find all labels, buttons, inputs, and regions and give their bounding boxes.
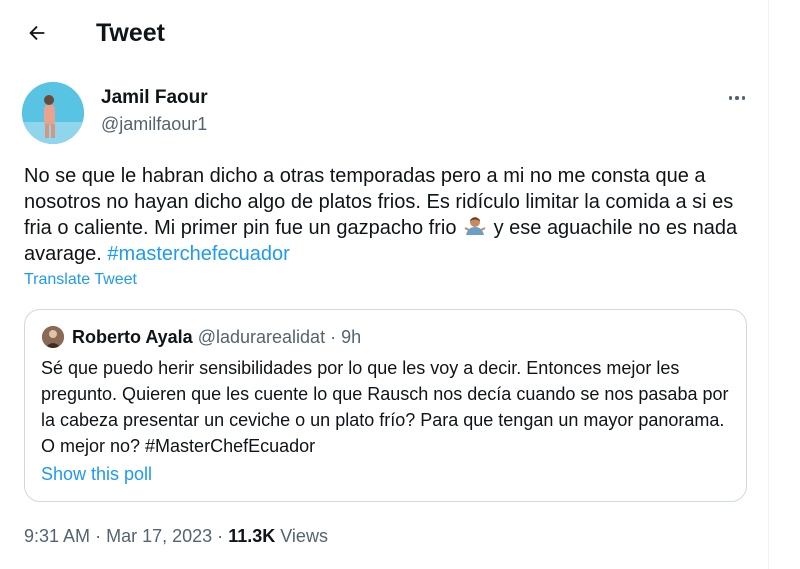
quoted-avatar-image [42, 326, 64, 348]
page-header: Tweet [0, 0, 768, 66]
tweet-time[interactable]: 9:31 AM [24, 526, 90, 546]
quoted-author-avatar[interactable] [42, 326, 64, 348]
person-shrugging-emoji [464, 217, 486, 235]
arrow-left-icon [29, 25, 45, 41]
tweet-meta: 9:31 AM · Mar 17, 2023 · 11.3K Views [24, 524, 328, 548]
tweet-page: Tweet Jamil Faour @jamilfaour1 No se que… [0, 0, 800, 569]
quoted-tweet-header: Roberto Ayala @ladurarealidat · 9h [72, 325, 361, 349]
meta-separator: · [95, 526, 102, 546]
author-handle[interactable]: @jamilfaour1 [101, 112, 207, 136]
back-button[interactable] [22, 18, 52, 48]
tweet-text: No se que le habran dicho a otras tempor… [24, 163, 759, 267]
more-dots-icon-part [741, 96, 746, 100]
column-divider [768, 0, 769, 569]
more-dots-icon [728, 96, 733, 100]
quoted-author-handle[interactable]: @ladurarealidat [198, 327, 325, 347]
quoted-tweet-text: Sé que puedo herir sensibilidades por lo… [41, 358, 729, 456]
tweet-date[interactable]: Mar 17, 2023 [106, 526, 212, 546]
show-poll-link[interactable]: Show this poll [41, 462, 152, 486]
hashtag-link[interactable]: #masterchefecuador [107, 243, 289, 265]
views-label: Views [280, 526, 328, 546]
page-title: Tweet [96, 19, 165, 47]
more-options-button[interactable] [722, 88, 752, 108]
translate-tweet-link[interactable]: Translate Tweet [24, 270, 137, 290]
quoted-tweet-card[interactable]: Roberto Ayala @ladurarealidat · 9h Sé qu… [24, 309, 747, 502]
more-dots-icon-part [735, 96, 739, 100]
author-name[interactable]: Jamil Faour [101, 86, 208, 110]
views-count: 11.3K [228, 526, 276, 546]
quoted-author-name[interactable]: Roberto Ayala [72, 327, 193, 347]
meta-separator: · [217, 526, 224, 546]
quoted-timestamp[interactable]: 9h [341, 327, 361, 347]
quoted-separator: · [330, 327, 337, 347]
author-avatar[interactable] [22, 82, 84, 144]
avatar-image [22, 82, 84, 144]
